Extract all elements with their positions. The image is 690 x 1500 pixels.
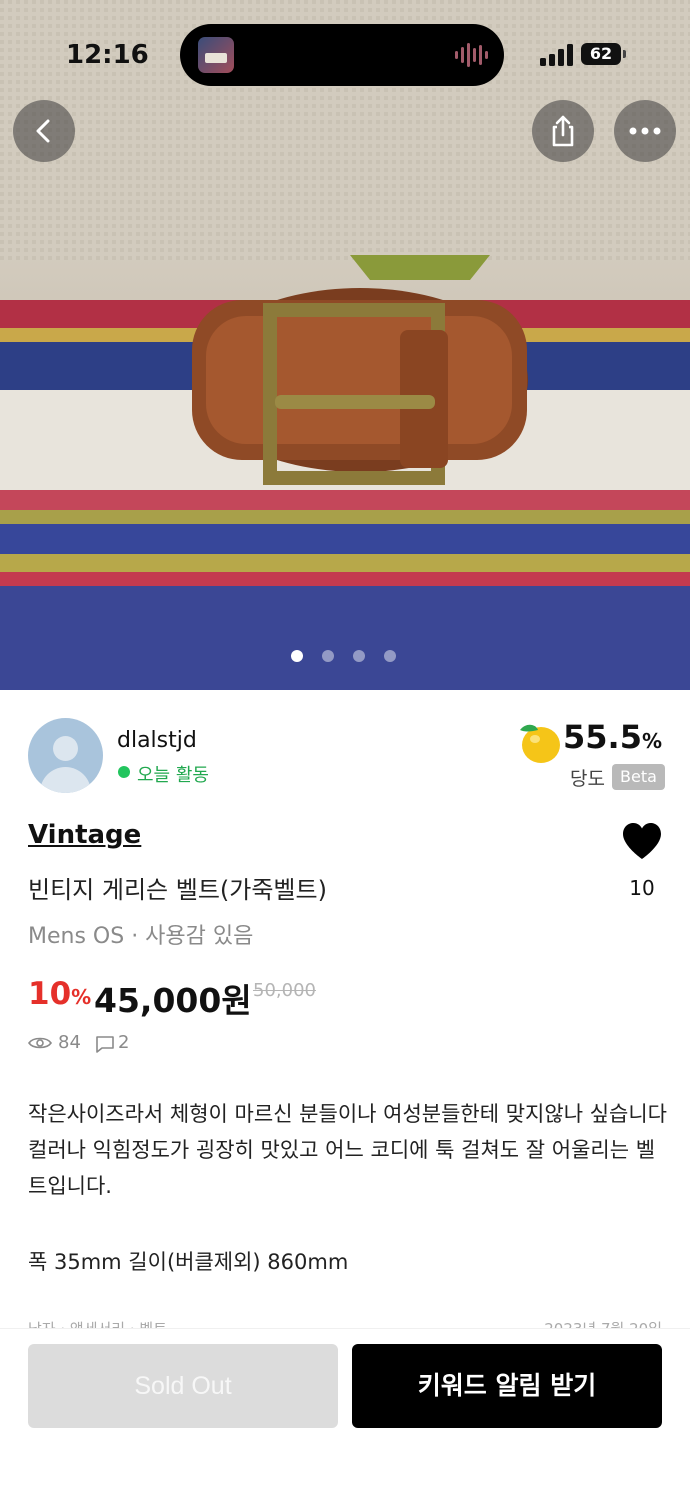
back-button[interactable] <box>13 100 75 162</box>
gallery-pagination <box>291 650 396 662</box>
gallery-dot-2[interactable] <box>322 650 334 662</box>
ellipsis-icon <box>629 127 661 135</box>
like-count: 10 <box>629 876 655 900</box>
status-bar: 12:16 62 <box>0 0 690 110</box>
comment-count: 2 <box>118 1032 130 1053</box>
brand-link[interactable]: Vintage <box>28 820 141 850</box>
sweetness-label: 당도 <box>570 768 605 790</box>
status-time: 12:16 <box>66 40 149 70</box>
more-button[interactable] <box>614 100 676 162</box>
share-icon <box>552 115 574 147</box>
now-playing-artwork <box>198 37 234 73</box>
gallery-dot-3[interactable] <box>353 650 365 662</box>
gallery-dot-1[interactable] <box>291 650 303 662</box>
original-price: 50,000 <box>253 980 316 1001</box>
signal-icon <box>540 44 573 66</box>
product-title: 빈티지 게리슨 벨트(가죽벨트) <box>28 876 327 904</box>
apple-icon <box>520 724 560 763</box>
active-status-dot <box>118 766 130 778</box>
comment-icon <box>96 1036 114 1053</box>
product-description: 작은사이즈라서 체형이 마르신 분들이나 여성분들한테 맞지않나 싶습니다 컬러… <box>28 1102 667 1198</box>
keyword-alert-button[interactable]: 키워드 알림 받기 <box>352 1344 662 1428</box>
sale-price: 45,000원 <box>94 981 252 1020</box>
chevron-left-icon <box>36 119 50 143</box>
discount-rate: 10% <box>28 976 92 1012</box>
product-meta: Mens OS · 사용감 있음 <box>28 924 254 949</box>
heart-icon[interactable] <box>622 822 662 860</box>
seller-info[interactable]: dlalstjd 오늘 활동 55.5% 당도 Beta <box>28 716 668 796</box>
bottom-action-bar: Sold Out 키워드 알림 받기 <box>0 1328 690 1500</box>
gallery-dot-4[interactable] <box>384 650 396 662</box>
avatar[interactable] <box>28 718 103 793</box>
sweetness-score: 55.5% <box>563 718 662 756</box>
share-button[interactable] <box>532 100 594 162</box>
sold-out-button[interactable]: Sold Out <box>28 1344 338 1428</box>
product-spec: 폭 35mm 길이(버클제외) 860mm <box>28 1250 349 1274</box>
beta-badge: Beta <box>612 764 665 790</box>
seller-name[interactable]: dlalstjd <box>117 728 197 753</box>
battery-indicator: 62 <box>581 43 626 65</box>
dynamic-island[interactable] <box>180 24 504 86</box>
audio-wave-icon <box>455 43 488 67</box>
view-count: 84 <box>58 1032 81 1053</box>
eye-icon <box>28 1037 52 1049</box>
seller-activity-status: 오늘 활동 <box>137 765 209 786</box>
